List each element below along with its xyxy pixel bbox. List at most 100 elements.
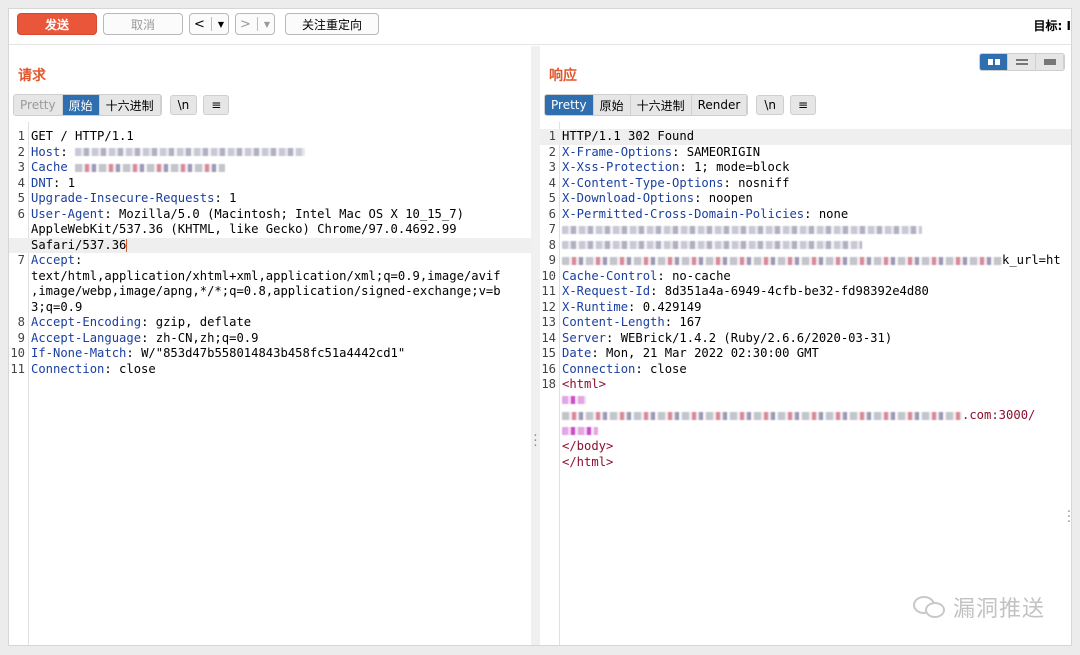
- code-line: 1 GET / HTTP/1.1: [9, 129, 531, 145]
- target-label[interactable]: 目标: I: [1034, 17, 1071, 34]
- line-number: 5: [548, 191, 556, 205]
- header-name: Host: [31, 144, 61, 159]
- newline-toggle[interactable]: \n: [756, 95, 785, 115]
- header-name: X-Permitted-Cross-Domain-Policies: [562, 206, 805, 221]
- header-name: Cache: [31, 160, 68, 174]
- line-text: : Mozilla/5.0 (Macintosh; Intel Mac OS X…: [104, 206, 464, 221]
- menu-icon[interactable]: ≡: [203, 95, 230, 115]
- code-line: 2 Host:: [9, 145, 531, 161]
- response-tabs: Pretty 原始 十六进制 Render \n ≡: [544, 94, 817, 116]
- follow-redirect-button[interactable]: 关注重定向: [285, 13, 379, 35]
- header-name: X-Frame-Options: [562, 144, 673, 159]
- request-editor[interactable]: 1 GET / HTTP/1.1 2 Host: 3 Cache 4 DNT: 1 5 Upg…: [9, 122, 531, 645]
- code-line: 16 Connection: close: [540, 361, 1071, 378]
- line-text: AppleWebKit/537.36 (KHTML, like Gecko) C…: [31, 222, 457, 236]
- code-line: 9 k_url=ht: [540, 253, 1071, 269]
- code-line: ,image/webp,image/apng,*/*;q=0.8,applica…: [9, 284, 531, 300]
- header-name: Cache-Control: [562, 268, 658, 283]
- response-editor[interactable]: 1 HTTP/1.1 302 Found 2 X-Frame-Options: SAM…: [540, 122, 1071, 645]
- chevron-down-icon[interactable]: ▼: [218, 20, 224, 29]
- chevron-right-icon: >: [240, 16, 251, 32]
- line-text: k_url=ht: [1002, 253, 1061, 267]
- line-number: 3: [17, 160, 25, 174]
- line-number: 2: [548, 144, 556, 159]
- toolbar: 发送 取消 < ▼ > ▼ 关注重定向 目标: I: [9, 9, 1071, 45]
- drag-handle-icon[interactable]: · · ·: [531, 430, 540, 453]
- line-text: : SAMEORIGIN: [672, 144, 761, 159]
- redacted-text: [562, 396, 586, 404]
- pane-divider[interactable]: · · ·: [531, 46, 540, 645]
- header-name: User-Agent: [31, 206, 105, 221]
- header-name: X-Runtime: [562, 299, 629, 314]
- line-number: 4: [17, 175, 25, 190]
- header-name: Accept: [31, 253, 76, 267]
- cancel-button[interactable]: 取消: [103, 13, 183, 35]
- line-number: 16: [541, 361, 556, 376]
- line-number: 8: [548, 237, 556, 252]
- code-line: 3;q=0.9: [9, 300, 531, 316]
- line-text: : 167: [664, 315, 702, 329]
- header-name: Upgrade-Insecure-Requests: [31, 191, 215, 205]
- header-name: Date: [562, 346, 592, 360]
- back-button[interactable]: < ▼: [189, 13, 229, 35]
- layout-single-icon[interactable]: [1036, 54, 1064, 70]
- line-text: : gzip, deflate: [141, 315, 252, 329]
- code-line: 7 Accept:: [9, 253, 531, 269]
- menu-icon[interactable]: ≡: [790, 95, 817, 115]
- redacted-text: [562, 225, 922, 234]
- header-name: DNT: [31, 175, 54, 190]
- line-number: 10: [541, 268, 556, 283]
- line-text: : 0.429149: [628, 299, 702, 314]
- code-line: 3 X-Xss-Protection: 1; mode=block: [540, 160, 1071, 176]
- code-line: 12 X-Runtime: 0.429149: [540, 299, 1071, 316]
- line-number: 7: [17, 253, 25, 267]
- drag-handle-icon[interactable]: · · ·: [1065, 506, 1071, 529]
- header-name: Accept-Language: [31, 330, 142, 345]
- line-text: </html>: [562, 454, 614, 469]
- tab-pretty[interactable]: Pretty: [545, 95, 594, 115]
- line-number: 8: [17, 315, 25, 329]
- code-line: 7: [540, 222, 1071, 238]
- repeater-window: 发送 取消 < ▼ > ▼ 关注重定向 目标: I 请求 Pretty 原始 十…: [8, 8, 1072, 646]
- line-number: 14: [541, 330, 556, 345]
- request-pane: 请求 Pretty 原始 十六进制 \n ≡ 1 GET / HTTP/1.1 2 H…: [9, 46, 531, 645]
- tab-raw[interactable]: 原始: [62, 95, 100, 115]
- forward-button[interactable]: > ▼: [235, 13, 275, 35]
- code-line: 6 User-Agent: Mozilla/5.0 (Macintosh; Int…: [9, 207, 531, 223]
- wechat-icon: [912, 594, 947, 620]
- line-text: : no-cache: [657, 268, 731, 283]
- header-name: Connection: [562, 361, 636, 376]
- code-line: 6 X-Permitted-Cross-Domain-Policies: none: [540, 206, 1071, 223]
- tab-pretty[interactable]: Pretty: [14, 95, 63, 115]
- watermark: 漏洞推送: [912, 591, 1045, 623]
- header-name: Server: [562, 330, 607, 345]
- header-name: If-None-Match: [31, 346, 127, 360]
- tab-hex[interactable]: 十六进制: [630, 95, 692, 115]
- line-text: :: [60, 144, 68, 159]
- tab-hex[interactable]: 十六进制: [99, 95, 161, 115]
- code-line: 8 Accept-Encoding: gzip, deflate: [9, 315, 531, 331]
- layout-rows-icon[interactable]: [1008, 54, 1036, 70]
- code-line: 15 Date: Mon, 21 Mar 2022 02:30:00 GMT: [540, 346, 1071, 362]
- response-view-tabs: Pretty 原始 十六进制 Render: [544, 94, 749, 116]
- code-line: 11 X-Request-Id: 8d351a4a-6949-4cfb-be32-…: [540, 284, 1071, 300]
- response-lines: 1 HTTP/1.1 302 Found 2 X-Frame-Options: SAM…: [540, 129, 1071, 471]
- line-text: : 8d351a4a-6949-4cfb-be32-fd98392e4d80: [650, 284, 929, 298]
- request-tabs: Pretty 原始 十六进制 \n ≡: [13, 94, 230, 116]
- chevron-down-icon[interactable]: ▼: [264, 20, 270, 29]
- line-text: GET / HTTP/1.1: [31, 129, 134, 143]
- send-button[interactable]: 发送: [17, 13, 97, 35]
- line-text: : 1: [53, 175, 76, 190]
- code-line: 3 Cache: [9, 160, 531, 176]
- line-text: : Mon, 21 Mar 2022 02:30:00 GMT: [591, 346, 819, 360]
- code-line: 2 X-Frame-Options: SAMEORIGIN: [540, 144, 1071, 161]
- code-line: </html>: [540, 454, 1071, 471]
- layout-split-icon[interactable]: [980, 54, 1008, 70]
- tab-render[interactable]: Render: [691, 95, 748, 115]
- header-name: X-Xss-Protection: [562, 160, 680, 174]
- redacted-text: [75, 163, 226, 172]
- tab-raw[interactable]: 原始: [593, 95, 631, 115]
- line-number: 6: [548, 206, 556, 221]
- header-name: Accept-Encoding: [31, 315, 142, 329]
- newline-toggle[interactable]: \n: [169, 95, 198, 115]
